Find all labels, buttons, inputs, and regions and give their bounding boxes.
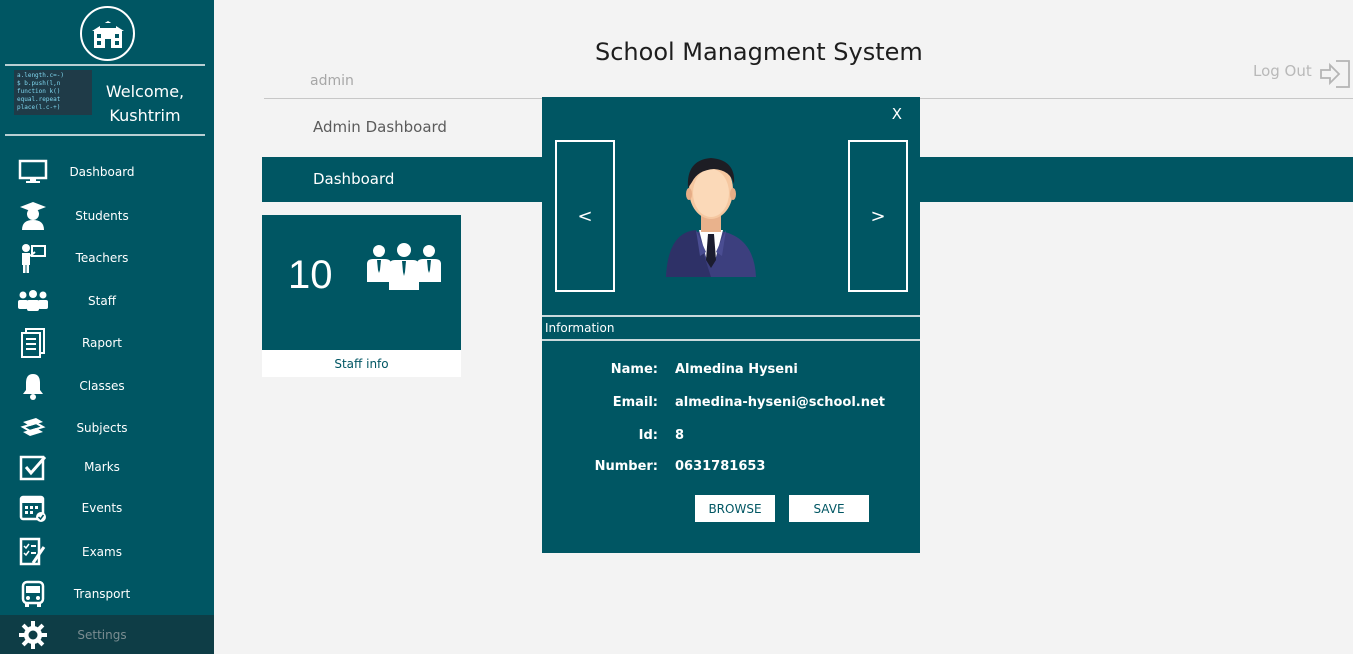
sidebar-item-transport[interactable]: Transport: [0, 574, 214, 614]
sidebar-item-label: Subjects: [76, 421, 128, 435]
logout-icon[interactable]: [1318, 57, 1352, 91]
sidebar-item-label: Dashboard: [69, 165, 135, 179]
books-icon: [17, 412, 49, 444]
exam-icon: [17, 536, 49, 568]
page-title: School Managment System: [595, 38, 923, 66]
sidebar-item-subjects[interactable]: Subjects: [0, 408, 214, 448]
sidebar-item-dashboard[interactable]: Dashboard: [0, 152, 214, 192]
username-label: Kushtrim: [109, 106, 181, 125]
sidebar-item-exams[interactable]: Exams: [0, 532, 214, 572]
field-value: almedina-hyseni@school.net: [675, 395, 886, 410]
staff-icon: [17, 285, 49, 317]
school-logo-icon: [80, 6, 135, 61]
staff-tile[interactable]: 10 Staff info: [262, 215, 461, 377]
sidebar-item-teachers[interactable]: Teachers: [0, 238, 214, 278]
field-label: Number:: [594, 459, 658, 474]
calendar-icon: [17, 492, 49, 524]
sidebar-item-raport[interactable]: Raport: [0, 323, 214, 363]
field-value: 0631781653: [675, 459, 766, 474]
sidebar-item-label: Marks: [84, 460, 120, 474]
sidebar-item-label: Staff: [88, 294, 116, 308]
sidebar-divider: [5, 134, 205, 136]
close-button[interactable]: X: [892, 105, 902, 123]
field-label: Id:: [638, 428, 658, 443]
bell-icon: [17, 370, 49, 402]
monitor-icon: [17, 156, 49, 188]
sidebar-item-label: Students: [75, 209, 129, 223]
sidebar: a.length.c=-) $ b.push(l,n function k() …: [0, 0, 214, 654]
welcome-text: Welcome, Kushtrim: [105, 80, 185, 128]
sidebar-item-label: Settings: [77, 628, 127, 642]
sidebar-item-staff[interactable]: Staff: [0, 281, 214, 321]
staff-info-link[interactable]: Staff info: [262, 350, 461, 377]
field-value: Almedina Hyseni: [675, 362, 798, 377]
sidebar-item-students[interactable]: Students: [0, 196, 214, 236]
teacher-icon: [17, 242, 49, 274]
avatar-code: a.length.c=-) $ b.push(l,n function k() …: [17, 72, 64, 111]
sidebar-item-label: Transport: [73, 587, 131, 601]
graduate-icon: [17, 200, 49, 232]
sidebar-item-label: Exams: [82, 545, 122, 559]
sidebar-item-settings[interactable]: Settings: [0, 615, 214, 654]
avatar: a.length.c=-) $ b.push(l,n function k() …: [14, 70, 92, 115]
field-label: Name:: [610, 362, 658, 377]
save-button[interactable]: SAVE: [789, 495, 869, 522]
sidebar-item-label: Events: [81, 501, 123, 515]
staff-detail-modal: X < > Information Name: Almedina Hyseni …: [542, 97, 920, 553]
welcome-label: Welcome,: [105, 82, 185, 101]
sidebar-item-events[interactable]: Events: [0, 488, 214, 528]
current-user-label: admin: [310, 73, 354, 89]
info-divider: [542, 315, 920, 317]
dashboard-band-title: Dashboard: [313, 170, 395, 188]
bus-icon: [17, 578, 49, 610]
info-divider: [542, 339, 920, 341]
checkbox-icon: [17, 451, 49, 483]
information-heading: Information: [545, 321, 615, 335]
sidebar-divider: [5, 64, 205, 66]
section-title: Admin Dashboard: [313, 118, 447, 136]
field-value: 8: [675, 428, 685, 443]
logout-link[interactable]: Log Out: [1253, 62, 1312, 80]
sidebar-item-label: Classes: [79, 379, 125, 393]
sidebar-item-label: Raport: [81, 336, 123, 350]
sidebar-item-label: Teachers: [75, 251, 129, 265]
profile-photo: [656, 152, 766, 282]
staff-group-icon: [365, 242, 443, 298]
previous-button[interactable]: <: [555, 140, 615, 292]
field-label: Email:: [612, 395, 658, 410]
sidebar-item-classes[interactable]: Classes: [0, 366, 214, 406]
gear-icon: [17, 619, 49, 651]
report-icon: [17, 327, 49, 359]
next-button[interactable]: >: [848, 140, 908, 292]
staff-count: 10: [288, 253, 333, 297]
browse-button[interactable]: BROWSE: [695, 495, 775, 522]
sidebar-item-marks[interactable]: Marks: [0, 447, 214, 487]
